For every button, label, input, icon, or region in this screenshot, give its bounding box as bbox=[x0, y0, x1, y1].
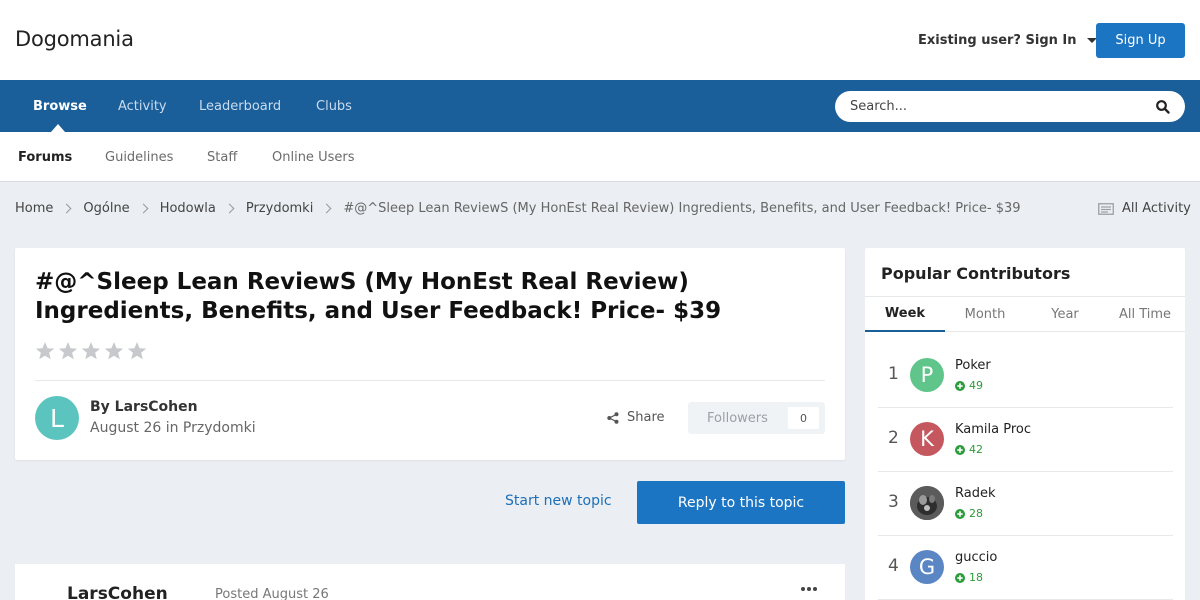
plus-circle-icon bbox=[955, 572, 965, 583]
breadcrumb-current: #@^Sleep Lean ReviewS (My HonEst Real Re… bbox=[343, 201, 1021, 216]
chevron-right-icon bbox=[224, 203, 235, 214]
star-icon[interactable] bbox=[127, 341, 147, 361]
divider bbox=[35, 380, 825, 381]
breadcrumb: Home Ogólne Hodowla Przydomki #@^Sleep L… bbox=[15, 201, 1021, 216]
share-button[interactable]: Share bbox=[607, 410, 665, 425]
page-title: #@^Sleep Lean ReviewS (My HonEst Real Re… bbox=[35, 269, 722, 324]
contributor-rank: 1 bbox=[888, 364, 899, 384]
reputation-count: 42 bbox=[969, 443, 983, 456]
site-title[interactable]: Dogomania bbox=[15, 27, 134, 51]
sign-in-label: Existing user? Sign In bbox=[918, 33, 1077, 48]
post-date: Posted August 26 bbox=[215, 587, 329, 600]
contributor-row[interactable]: 1 P Poker 49 bbox=[878, 344, 1173, 408]
share-icon bbox=[607, 411, 619, 424]
post: LarsCohen Posted August 26 bbox=[15, 564, 845, 600]
contributor-row[interactable]: 4 G guccio 18 bbox=[878, 536, 1173, 600]
topic-header: #@^Sleep Lean ReviewS (My HonEst Real Re… bbox=[15, 248, 845, 460]
reputation-count: 28 bbox=[969, 507, 983, 520]
breadcrumb-hodowla[interactable]: Hodowla bbox=[160, 201, 216, 216]
nav-activity[interactable]: Activity bbox=[118, 99, 167, 114]
search-input[interactable] bbox=[850, 97, 1140, 116]
star-icon[interactable] bbox=[35, 341, 55, 361]
widget-title: Popular Contributors bbox=[881, 264, 1071, 283]
chevron-right-icon bbox=[321, 203, 332, 214]
tab-all-time[interactable]: All Time bbox=[1105, 297, 1185, 332]
start-new-topic-link[interactable]: Start new topic bbox=[505, 493, 612, 509]
tab-week[interactable]: Week bbox=[865, 297, 945, 332]
followers-count: 0 bbox=[788, 407, 819, 429]
period-tabs: Week Month Year All Time bbox=[865, 296, 1185, 332]
post-author[interactable]: LarsCohen bbox=[67, 584, 168, 600]
plus-circle-icon bbox=[955, 508, 965, 519]
contributor-name[interactable]: Radek bbox=[955, 486, 996, 501]
plus-circle-icon bbox=[955, 380, 965, 391]
reputation-badge: 49 bbox=[955, 379, 983, 392]
sign-up-button[interactable]: Sign Up bbox=[1096, 23, 1185, 58]
star-icon[interactable] bbox=[81, 341, 101, 361]
activity-icon bbox=[1098, 202, 1114, 215]
more-options-icon[interactable] bbox=[801, 587, 817, 591]
tab-month[interactable]: Month bbox=[945, 297, 1025, 332]
topic-meta: August 26 in Przydomki bbox=[90, 420, 256, 436]
photo-avatar-icon bbox=[910, 486, 944, 520]
reputation-badge: 28 bbox=[955, 507, 983, 520]
avatar[interactable]: P bbox=[910, 358, 944, 392]
topic-author[interactable]: By LarsCohen bbox=[90, 399, 198, 415]
star-icon[interactable] bbox=[104, 341, 124, 361]
subnav-forums[interactable]: Forums bbox=[18, 150, 72, 165]
followers-label: Followers bbox=[707, 411, 768, 426]
chevron-right-icon bbox=[138, 203, 149, 214]
site-header: Dogomania Existing user? Sign In Sign Up bbox=[0, 0, 1200, 80]
author-avatar[interactable]: L bbox=[35, 396, 79, 440]
active-nav-pointer bbox=[51, 124, 65, 132]
all-activity-link[interactable]: All Activity bbox=[1098, 201, 1191, 216]
popular-contributors-widget: Popular Contributors Week Month Year All… bbox=[865, 248, 1185, 600]
avatar[interactable]: K bbox=[910, 422, 944, 456]
subnav-online-users[interactable]: Online Users bbox=[272, 150, 354, 165]
nav-leaderboard[interactable]: Leaderboard bbox=[199, 99, 281, 114]
reputation-badge: 42 bbox=[955, 443, 983, 456]
subnav-staff[interactable]: Staff bbox=[207, 150, 237, 165]
plus-circle-icon bbox=[955, 444, 965, 455]
contributor-row[interactable]: 2 K Kamila Proc 42 bbox=[878, 408, 1173, 472]
nav-browse[interactable]: Browse bbox=[33, 99, 87, 114]
star-icon[interactable] bbox=[58, 341, 78, 361]
reputation-count: 18 bbox=[969, 571, 983, 584]
reputation-badge: 18 bbox=[955, 571, 983, 584]
chevron-right-icon bbox=[61, 203, 72, 214]
reputation-count: 49 bbox=[969, 379, 983, 392]
avatar[interactable]: G bbox=[910, 550, 944, 584]
breadcrumb-home[interactable]: Home bbox=[15, 201, 53, 216]
contributor-row[interactable]: 3 Radek 28 bbox=[878, 472, 1173, 536]
contributor-rank: 2 bbox=[888, 428, 899, 448]
star-rating[interactable] bbox=[35, 341, 147, 361]
contributor-name[interactable]: Poker bbox=[955, 358, 991, 373]
follow-button[interactable]: Followers 0 bbox=[688, 402, 825, 434]
nav-clubs[interactable]: Clubs bbox=[316, 99, 352, 114]
sign-in-dropdown[interactable]: Existing user? Sign In bbox=[918, 33, 1097, 48]
contributor-rank: 3 bbox=[888, 492, 899, 512]
breadcrumb-przydomki[interactable]: Przydomki bbox=[246, 201, 313, 216]
all-activity-label: All Activity bbox=[1122, 201, 1191, 216]
avatar[interactable] bbox=[910, 486, 944, 520]
tab-year[interactable]: Year bbox=[1025, 297, 1105, 332]
contributor-name[interactable]: guccio bbox=[955, 550, 997, 565]
contributor-rank: 4 bbox=[888, 556, 899, 576]
secondary-nav: Forums Guidelines Staff Online Users bbox=[0, 132, 1200, 182]
breadcrumb-ogolne[interactable]: Ogólne bbox=[83, 201, 129, 216]
share-label: Share bbox=[627, 410, 665, 425]
search-box bbox=[835, 91, 1185, 122]
subnav-guidelines[interactable]: Guidelines bbox=[105, 150, 173, 165]
reply-button[interactable]: Reply to this topic bbox=[637, 481, 845, 524]
contributor-name[interactable]: Kamila Proc bbox=[955, 422, 1031, 437]
search-icon[interactable] bbox=[1155, 99, 1171, 115]
